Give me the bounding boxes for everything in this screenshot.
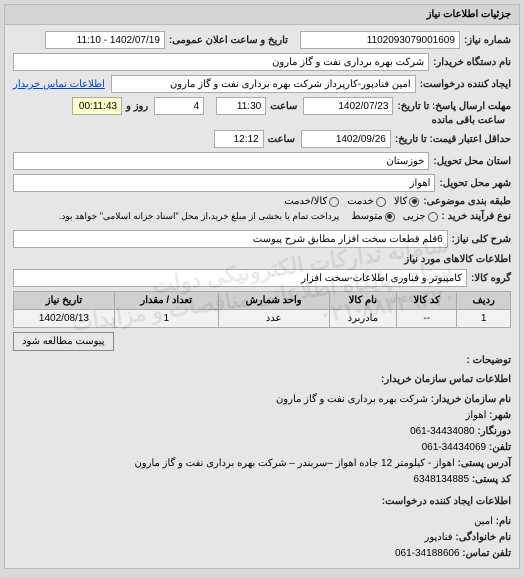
radio-small[interactable]: جزیی [403,211,438,222]
org-name-label: نام سازمان خریدار: [431,394,511,405]
buyer-org-label: نام دستگاه خریدار: [433,57,511,68]
th-code: کد کالا [397,292,457,310]
radio-icon [409,197,419,207]
radio-icon [385,212,395,222]
postal-code-label: کد پستی: [472,474,511,485]
contact-phone-label: تلفن تماس: [462,548,511,559]
postal-code-value: 6348134885 [413,474,469,485]
validity-time-field: 12:12 [214,130,264,148]
th-name: نام کالا [329,292,396,310]
validity-time-label: ساعت [268,134,295,145]
address-label: آدرس پستی: [458,458,511,469]
panel-title: جزئیات اطلاعات نیاز [5,5,519,25]
phone-label: تلفن: [489,442,511,453]
process-type-label: نوع فرآیند خرید : [442,211,511,222]
general-desc-field: 6قلم قطعات سخت افزار مطابق شرح پیوست [13,230,448,248]
contact-link[interactable]: اطلاعات تماس خریدار [13,79,105,90]
deadline-label: مهلت ارسال پاسخ: تا تاریخ: [397,101,511,112]
radio-icon [329,197,339,207]
goods-group-field: کامپیوتر و فناوری اطلاعات-سخت افزار [13,269,467,287]
surname-label: نام خانوادگی: [455,532,511,543]
goods-info-title: اطلاعات کالاهای مورد نیاز [13,254,511,265]
address-value: اهواز - کیلومتر 12 جاده اهواز –سربندر – … [134,458,454,469]
explanations-label: توضیحات : [467,355,511,366]
buyer-org-field: شرکت بهره برداری نفت و گاز مارون [13,53,429,71]
deadline-time-field: 11:30 [216,97,266,115]
attachment-button[interactable]: پیوست مطالعه شود [13,332,114,351]
th-unit: واحد شمارش [218,292,329,310]
th-row: ردیف [457,292,511,310]
surname-value: فنادپور [425,532,453,543]
org-name-value: شرکت بهره برداری نفت و گاز مارون [276,394,428,405]
phone-value: 34434069-061 [422,442,487,453]
fax-value: 34434080-061 [410,426,475,437]
radio-goods-service[interactable]: کالا/خدمت [284,196,339,207]
radio-icon [428,212,438,222]
validity-date-field: 1402/09/26 [301,130,391,148]
city-info-label: شهر: [489,410,511,421]
announce-date-label: تاریخ و ساعت اعلان عمومی: [169,35,288,46]
city-info-value: اهواز [466,410,487,421]
goods-group-label: گروه کالا: [471,273,511,284]
remaining-time-field: 00:11:43 [72,97,122,115]
contact-phone-value: 34188606-061 [395,548,460,559]
name-value: امین [474,516,493,527]
city-field: اهواز [13,174,435,192]
deadline-date-field: 1402/07/23 [303,97,393,115]
process-note: پرداخت تمام یا بخشی از مبلغ خرید،از محل … [59,211,339,222]
category-label: طبقه بندی موضوعی: [423,196,511,207]
validity-label: حداقل اعتبار قیمت: تا تاریخ: [395,134,511,145]
request-no-field: 1102093079001609 [300,31,460,49]
radio-goods[interactable]: کالا [394,196,420,207]
announce-date-field: 1402/07/19 - 11:10 [45,31,165,49]
creator-field: امین فنادپور-کارپرداز شرکت بهره برداری ن… [111,75,416,93]
request-no-label: شماره نیاز: [464,35,511,46]
creator-label: ایجاد کننده درخواست: [420,79,511,90]
radio-icon [376,197,386,207]
name-label: نام: [496,516,511,527]
goods-table: ردیف کد کالا نام کالا واحد شمارش تعداد /… [13,291,511,328]
deadline-time-label: ساعت [270,101,297,112]
creator-info-title: اطلاعات ایجاد کننده درخواست: [13,494,511,510]
th-date: تاریخ نیاز [14,292,115,310]
table-row: 1 -- مادربرد عدد 1 1402/08/13 [14,310,511,328]
radio-service[interactable]: خدمت [347,196,386,207]
general-desc-label: شرح کلی نیاز: [452,234,511,245]
radio-medium[interactable]: متوسط [351,211,394,222]
remaining-days-field: 4 [154,97,204,115]
province-label: استان محل تحویل: [433,156,511,167]
province-field: خوزستان [13,152,429,170]
contact-title: اطلاعات تماس سازمان خریدار: [13,372,511,388]
fax-label: دورنگار: [477,426,511,437]
remaining-label: ساعت باقی مانده [432,115,505,126]
city-label: شهر محل تحویل: [439,178,511,189]
th-qty: تعداد / مقدار [114,292,218,310]
day-label: روز و [126,101,148,112]
